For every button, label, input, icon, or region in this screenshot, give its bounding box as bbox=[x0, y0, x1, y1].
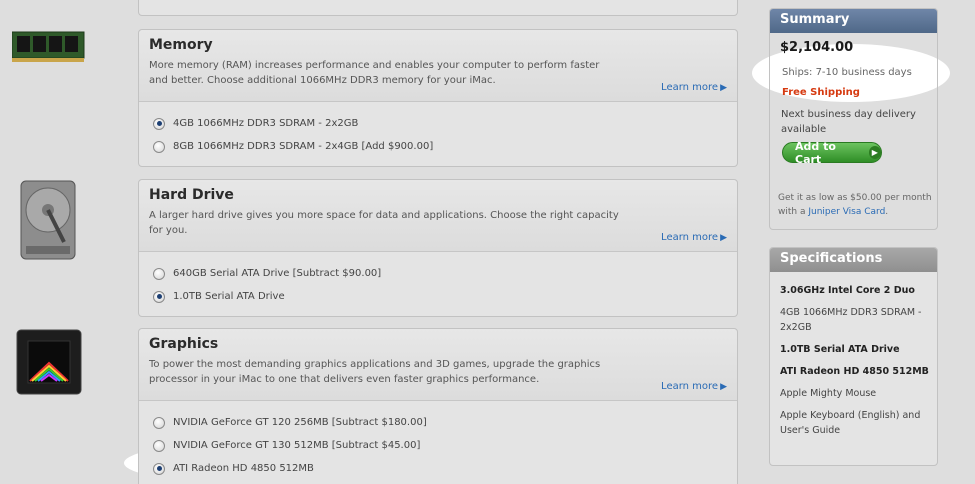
option-label: 640GB Serial ATA Drive [Subtract $90.00] bbox=[173, 268, 382, 279]
spec-hard-drive: 1.0TB Serial ATA Drive bbox=[780, 344, 900, 355]
radio-button[interactable] bbox=[153, 439, 165, 452]
add-to-cart-label: Add to Cart bbox=[795, 139, 836, 166]
specifications-list: 3.06GHz Intel Core 2 Duo 4GB 1066MHz DDR… bbox=[770, 272, 937, 438]
memory-options: 4GB 1066MHz DDR3 SDRAM - 2x2GB 8GB 1066M… bbox=[139, 102, 737, 158]
specifications-heading: Specifications bbox=[770, 248, 937, 272]
spec-processor: 3.06GHz Intel Core 2 Duo bbox=[780, 285, 915, 296]
chevron-right-icon: ▶ bbox=[720, 233, 727, 243]
learn-more-label: Learn more bbox=[661, 232, 719, 243]
next-day-delivery: Next business day delivery available bbox=[781, 109, 916, 135]
graphics-panel: Graphics To power the most demanding gra… bbox=[138, 328, 738, 484]
financing-note: Get it as low as $50.00 per month with a… bbox=[778, 191, 936, 219]
memory-option-4gb[interactable]: 4GB 1066MHz DDR3 SDRAM - 2x2GB bbox=[153, 112, 737, 135]
juniper-visa-link[interactable]: Juniper Visa Card bbox=[808, 207, 885, 217]
option-label: 8GB 1066MHz DDR3 SDRAM - 2x4GB [Add $900… bbox=[173, 141, 434, 152]
radio-button[interactable] bbox=[153, 416, 165, 429]
spec-keyboard: Apple Keyboard (English) and User's Guid… bbox=[780, 410, 921, 436]
total-price: $2,104.00 bbox=[780, 40, 854, 55]
hard-drive-panel: Hard Drive A larger hard drive gives you… bbox=[138, 179, 738, 317]
hard-drive-options: 640GB Serial ATA Drive [Subtract $90.00]… bbox=[139, 252, 737, 308]
add-to-cart-button[interactable]: Add to Cart ▶ bbox=[782, 139, 882, 166]
memory-panel: Memory More memory (RAM) increases perfo… bbox=[138, 29, 738, 167]
summary-box: Summary $2,104.00 Ships: 7-10 business d… bbox=[769, 8, 938, 230]
memory-header: Memory More memory (RAM) increases perfo… bbox=[139, 30, 737, 102]
hard-drive-learn-more-link[interactable]: Learn more ▶ bbox=[661, 232, 727, 243]
hard-drive-option-1tb[interactable]: 1.0TB Serial ATA Drive bbox=[153, 285, 737, 308]
graphics-options: NVIDIA GeForce GT 120 256MB [Subtract $1… bbox=[139, 401, 737, 480]
memory-learn-more-link[interactable]: Learn more ▶ bbox=[661, 82, 727, 93]
graphics-option-gt120[interactable]: NVIDIA GeForce GT 120 256MB [Subtract $1… bbox=[153, 411, 737, 434]
graphics-header: Graphics To power the most demanding gra… bbox=[139, 329, 737, 401]
option-label: 1.0TB Serial ATA Drive bbox=[173, 291, 285, 302]
radio-button-selected[interactable] bbox=[153, 290, 165, 303]
spec-memory: 4GB 1066MHz DDR3 SDRAM - 2x2GB bbox=[780, 307, 922, 333]
free-shipping-label: Free Shipping bbox=[782, 87, 860, 98]
option-label: 4GB 1066MHz DDR3 SDRAM - 2x2GB bbox=[173, 118, 359, 129]
radio-button[interactable] bbox=[153, 267, 165, 280]
specifications-box: Specifications 3.06GHz Intel Core 2 Duo … bbox=[769, 247, 938, 466]
chevron-right-icon: ▶ bbox=[868, 146, 881, 159]
radio-button-selected[interactable] bbox=[153, 117, 165, 130]
graphics-option-gt130[interactable]: NVIDIA GeForce GT 130 512MB [Subtract $4… bbox=[153, 434, 737, 457]
financing-suffix: . bbox=[885, 207, 889, 217]
memory-description: More memory (RAM) increases performance … bbox=[149, 60, 600, 86]
spec-graphics: ATI Radeon HD 4850 512MB bbox=[780, 366, 929, 377]
learn-more-label: Learn more bbox=[661, 381, 719, 392]
option-label: NVIDIA GeForce GT 120 256MB [Subtract $1… bbox=[173, 417, 427, 428]
hard-drive-option-640gb[interactable]: 640GB Serial ATA Drive [Subtract $90.00] bbox=[153, 262, 737, 285]
hard-drive-title: Hard Drive bbox=[149, 187, 234, 203]
hard-drive-header: Hard Drive A larger hard drive gives you… bbox=[139, 180, 737, 252]
memory-option-8gb[interactable]: 8GB 1066MHz DDR3 SDRAM - 2x4GB [Add $900… bbox=[153, 135, 737, 158]
graphics-learn-more-link[interactable]: Learn more ▶ bbox=[661, 381, 727, 392]
memory-title: Memory bbox=[149, 37, 213, 53]
hard-drive-description: A larger hard drive gives you more space… bbox=[149, 210, 619, 236]
graphics-option-radeon-4850[interactable]: ATI Radeon HD 4850 512MB bbox=[153, 457, 737, 480]
hard-drive-icon bbox=[20, 180, 76, 264]
graphics-title: Graphics bbox=[149, 336, 219, 352]
previous-panel bbox=[138, 0, 738, 16]
radio-button[interactable] bbox=[153, 140, 165, 153]
chevron-right-icon: ▶ bbox=[720, 382, 727, 392]
ship-time: Ships: 7-10 business days bbox=[782, 67, 912, 78]
learn-more-label: Learn more bbox=[661, 82, 719, 93]
radio-button-selected[interactable] bbox=[153, 462, 165, 475]
chevron-right-icon: ▶ bbox=[720, 83, 727, 93]
summary-heading: Summary bbox=[770, 9, 937, 33]
graphics-description: To power the most demanding graphics app… bbox=[149, 359, 601, 385]
option-label: ATI Radeon HD 4850 512MB bbox=[173, 463, 314, 474]
spec-mouse: Apple Mighty Mouse bbox=[780, 388, 877, 399]
option-label: NVIDIA GeForce GT 130 512MB [Subtract $4… bbox=[173, 440, 421, 451]
memory-module-icon bbox=[11, 30, 86, 68]
graphics-chip-icon bbox=[16, 329, 82, 399]
